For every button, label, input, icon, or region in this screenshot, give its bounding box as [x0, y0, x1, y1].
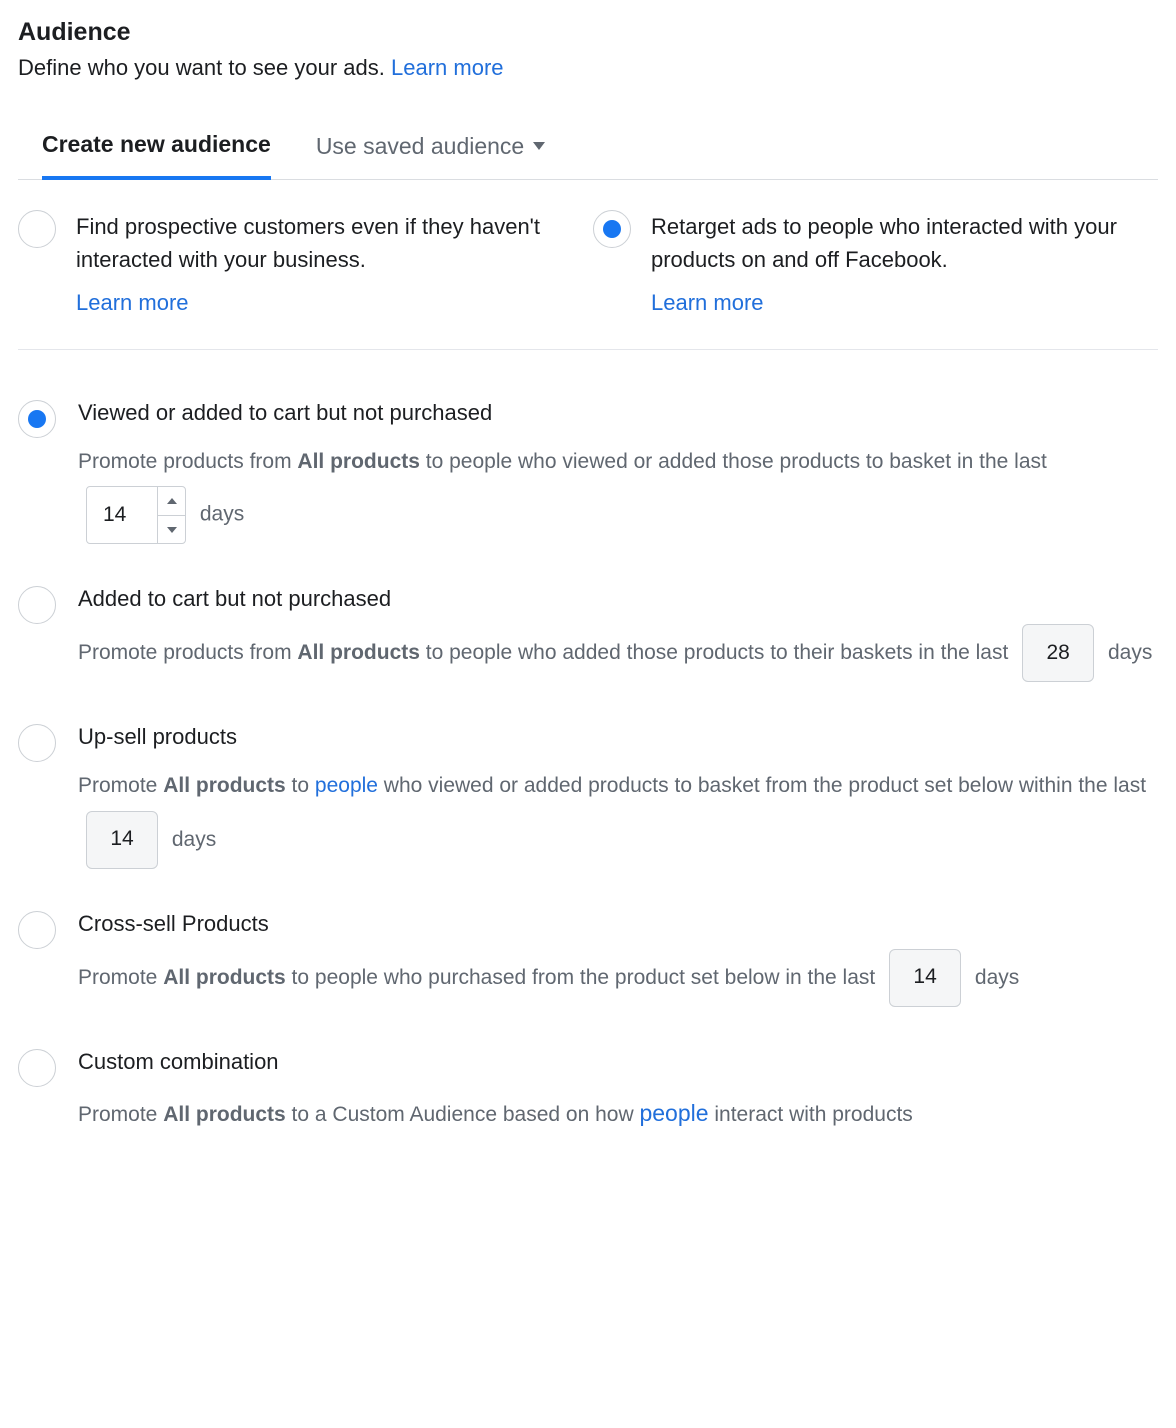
radio-prospective[interactable] [18, 210, 56, 248]
crosssell-description: Promote All products to people who purch… [78, 949, 1019, 1007]
days-value-box[interactable]: 14 [86, 811, 158, 869]
tab-create-new-audience[interactable]: Create new audience [42, 121, 271, 180]
all-products-label: All products [297, 450, 420, 473]
all-products-label: All products [163, 965, 286, 988]
crosssell-title: Cross-sell Products [78, 911, 1019, 937]
viewed-cart-title: Viewed or added to cart but not purchase… [78, 400, 1158, 426]
people-link[interactable]: people [639, 1100, 708, 1126]
prospective-learn-more-link[interactable]: Learn more [76, 286, 583, 319]
custom-title: Custom combination [78, 1049, 913, 1075]
text: to [286, 774, 315, 797]
people-link[interactable]: people [315, 774, 378, 797]
option-retarget[interactable]: Retarget ads to people who interacted wi… [593, 210, 1158, 319]
text: to people who added those products to th… [420, 641, 1014, 664]
option-added-cart[interactable]: Added to cart but not purchased Promote … [18, 586, 1158, 682]
text: days [194, 503, 244, 526]
text: days [1102, 641, 1152, 664]
option-custom-combination[interactable]: Custom combination Promote All products … [18, 1049, 1158, 1140]
days-value-box[interactable]: 14 [889, 949, 961, 1007]
retarget-description: Retarget ads to people who interacted wi… [651, 214, 1117, 272]
text: to people who viewed or added those prod… [420, 450, 1047, 473]
chevron-down-icon [533, 142, 545, 150]
section-title: Audience [18, 18, 1158, 47]
text: to a Custom Audience based on how [286, 1103, 640, 1126]
prospective-description: Find prospective customers even if they … [76, 214, 540, 272]
viewed-cart-description: Promote products from All products to pe… [78, 438, 1158, 544]
option-viewed-or-added-cart[interactable]: Viewed or added to cart but not purchase… [18, 400, 1158, 544]
custom-description: Promote All products to a Custom Audienc… [78, 1087, 913, 1140]
radio-added-cart[interactable] [18, 586, 56, 624]
retarget-text: Retarget ads to people who interacted wi… [651, 210, 1158, 319]
retarget-learn-more-link[interactable]: Learn more [651, 286, 1158, 319]
text: Promote [78, 1103, 163, 1126]
radio-upsell[interactable] [18, 724, 56, 762]
days-stepper[interactable] [86, 486, 186, 544]
stepper-down-button[interactable] [158, 516, 185, 544]
section-description: Define who you want to see your ads. Lea… [18, 55, 1158, 81]
text: interact with products [709, 1103, 913, 1126]
option-upsell[interactable]: Up-sell products Promote All products to… [18, 724, 1158, 868]
text: Promote products from [78, 450, 297, 473]
learn-more-link[interactable]: Learn more [391, 55, 504, 80]
added-cart-description: Promote products from All products to pe… [78, 624, 1152, 682]
radio-retarget[interactable] [593, 210, 631, 248]
text: days [969, 965, 1019, 988]
text: to people who purchased from the product… [286, 965, 881, 988]
radio-custom[interactable] [18, 1049, 56, 1087]
text: who viewed or added products to basket f… [378, 774, 1146, 797]
all-products-label: All products [163, 774, 286, 797]
text: days [166, 827, 216, 850]
retarget-options-group: Viewed or added to cart but not purchase… [18, 400, 1158, 1139]
option-crosssell[interactable]: Cross-sell Products Promote All products… [18, 911, 1158, 1007]
caret-down-icon [167, 527, 177, 533]
option-prospective-customers[interactable]: Find prospective customers even if they … [18, 210, 583, 319]
radio-crosssell[interactable] [18, 911, 56, 949]
upsell-title: Up-sell products [78, 724, 1158, 750]
stepper-up-button[interactable] [158, 487, 185, 516]
radio-viewed-cart[interactable] [18, 400, 56, 438]
tab-saved-label: Use saved audience [316, 133, 524, 160]
text: Promote products from [78, 641, 297, 664]
added-cart-title: Added to cart but not purchased [78, 586, 1152, 612]
section-description-text: Define who you want to see your ads. [18, 55, 391, 80]
text: Promote [78, 965, 163, 988]
days-input[interactable] [87, 487, 157, 543]
caret-up-icon [167, 498, 177, 504]
upsell-description: Promote All products to people who viewe… [78, 762, 1158, 868]
all-products-label: All products [163, 1103, 286, 1126]
audience-tabs: Create new audience Use saved audience [18, 121, 1158, 180]
days-value-box[interactable]: 28 [1022, 624, 1094, 682]
text: Promote [78, 774, 163, 797]
audience-type-group: Find prospective customers even if they … [18, 210, 1158, 350]
all-products-label: All products [297, 641, 420, 664]
tab-use-saved-audience[interactable]: Use saved audience [316, 121, 545, 179]
prospective-text: Find prospective customers even if they … [76, 210, 583, 319]
